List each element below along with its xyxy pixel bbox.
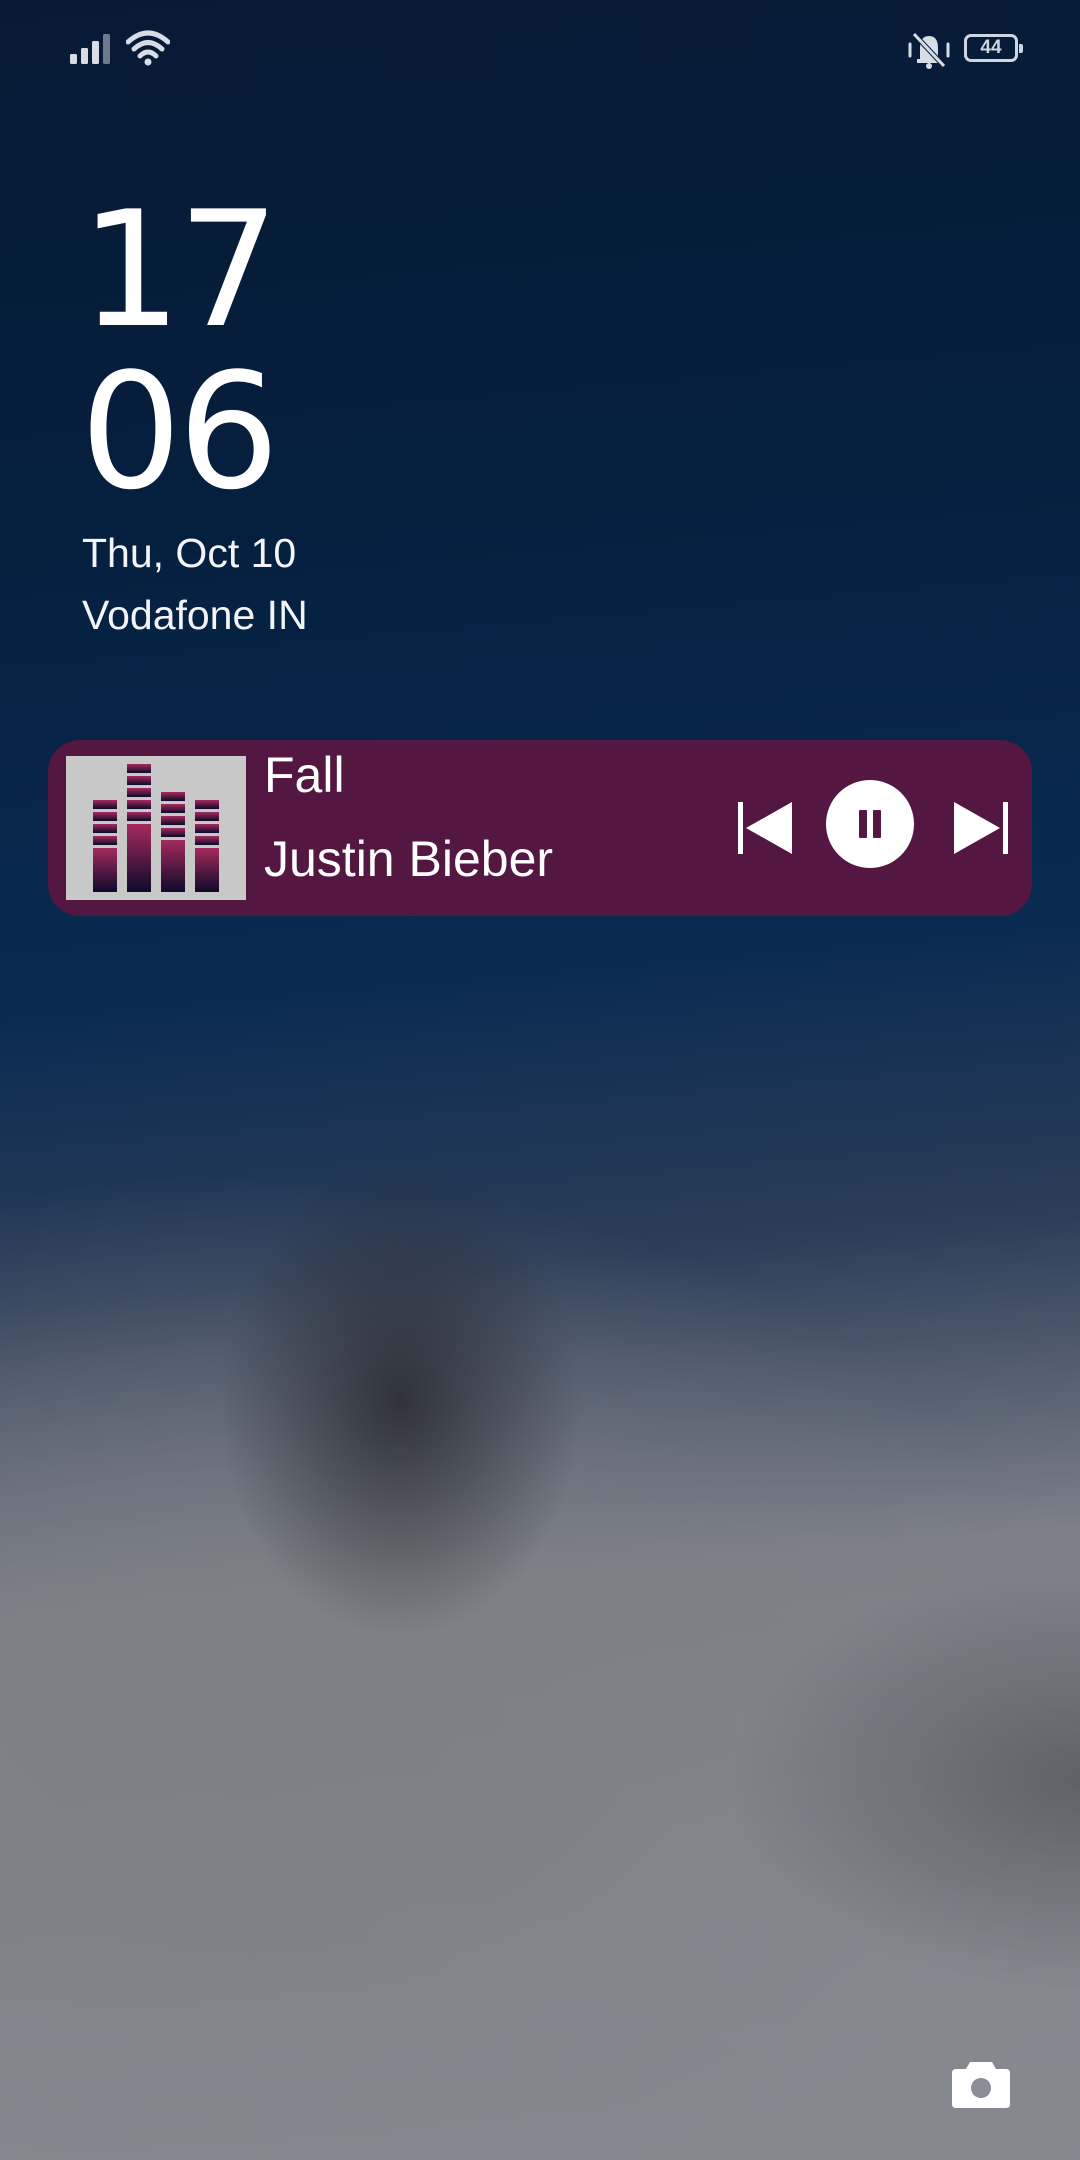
next-track-button[interactable] xyxy=(948,796,1012,860)
signal-icon xyxy=(70,34,110,64)
clock-hours: 17 xyxy=(80,176,280,363)
pause-icon xyxy=(859,810,881,838)
clock-minutes: 06 xyxy=(80,338,280,525)
status-bar: 44 xyxy=(0,0,1080,100)
album-art xyxy=(66,756,246,900)
camera-shortcut-button[interactable] xyxy=(950,2058,1012,2110)
date-text: Thu, Oct 10 xyxy=(82,530,297,576)
battery-icon: 44 xyxy=(964,34,1023,62)
pause-button[interactable] xyxy=(826,780,914,868)
carrier-text: Vodafone IN xyxy=(82,592,308,638)
wifi-icon xyxy=(126,30,170,66)
track-artist: Justin Bieber xyxy=(264,831,554,887)
media-widget[interactable]: Fall Justin Bieber xyxy=(48,740,1032,916)
next-icon xyxy=(954,802,1008,854)
camera-icon xyxy=(952,2062,1010,2108)
battery-level: 44 xyxy=(980,37,1002,58)
vibrate-icon xyxy=(908,32,950,69)
prev-icon xyxy=(738,802,792,854)
previous-track-button[interactable] xyxy=(734,796,798,860)
track-title: Fall xyxy=(264,747,345,803)
